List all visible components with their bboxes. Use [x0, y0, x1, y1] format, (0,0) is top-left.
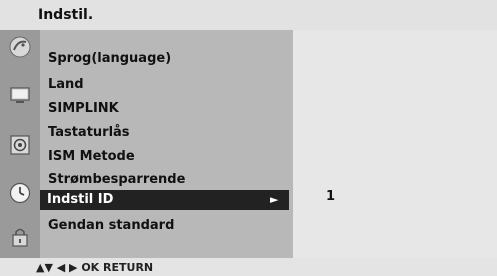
menu-item-key-lock[interactable]: Tastaturlås — [48, 125, 130, 140]
clock-icon[interactable] — [9, 182, 31, 204]
menu-title: Indstil. — [38, 7, 94, 23]
menu-item-simplink[interactable]: SIMPLINK — [48, 101, 119, 116]
navigation-footer: ▲▼ ◀ ▶ OK RETURN — [0, 258, 497, 276]
menu-item-power-saving[interactable]: Strømbesparrende — [48, 172, 185, 187]
menu-item-factory-reset[interactable]: Gendan standard — [48, 218, 174, 233]
menu-item-country[interactable]: Land — [48, 77, 84, 92]
satellite-dish-icon[interactable] — [9, 36, 31, 58]
tv-screen-icon[interactable] — [9, 84, 31, 106]
lock-icon[interactable] — [9, 226, 31, 248]
set-id-value: 1 — [326, 189, 336, 204]
menu-item-language[interactable]: Sprog(language) — [48, 51, 171, 66]
menu-item-ism-method[interactable]: ISM Metode — [48, 149, 135, 164]
value-panel — [293, 30, 497, 258]
menu-header: Indstil. — [0, 0, 497, 30]
menu-item-set-id-label: Indstil ID — [47, 192, 114, 207]
menu-item-set-id[interactable]: Indstil ID ► — [40, 190, 289, 210]
speaker-icon[interactable] — [9, 134, 31, 156]
arrow-right-icon: ► — [270, 193, 279, 206]
navigation-hint: ▲▼ ◀ ▶ OK RETURN — [36, 261, 154, 274]
